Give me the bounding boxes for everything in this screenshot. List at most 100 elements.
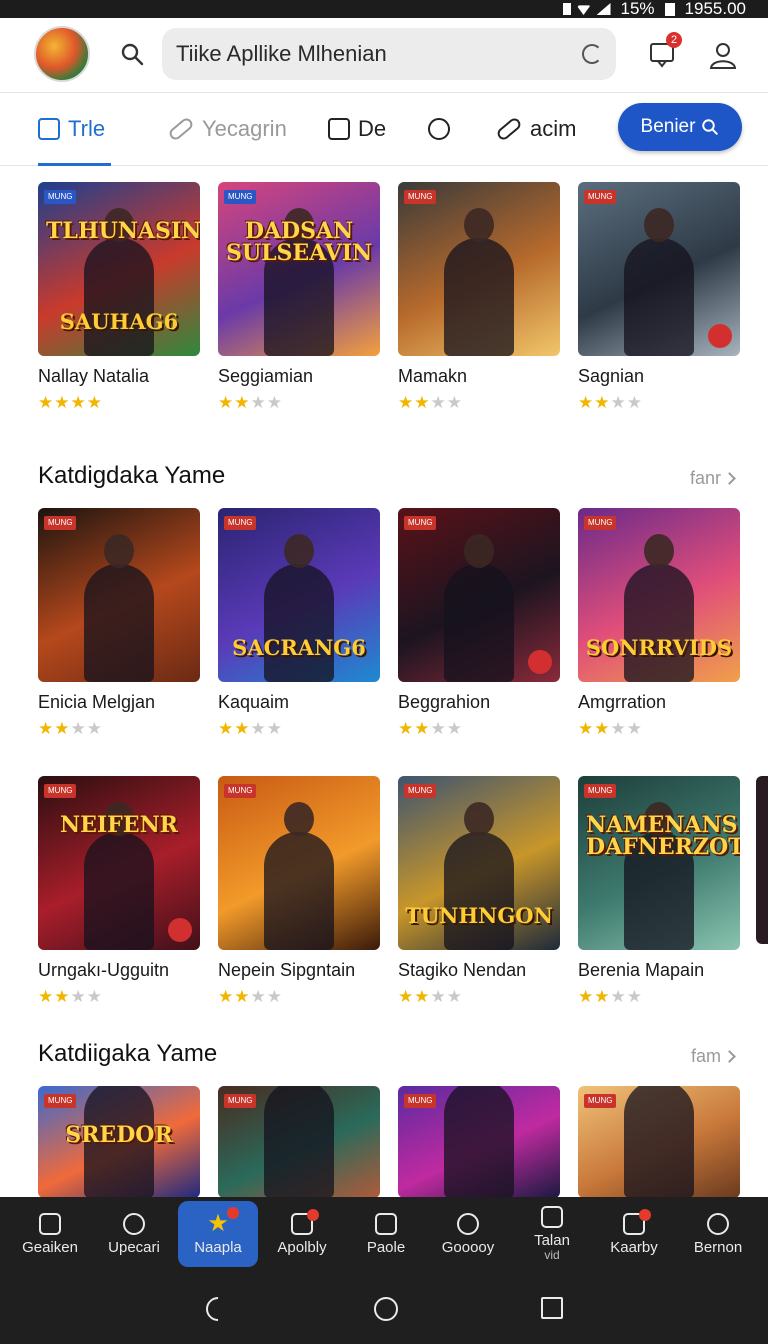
tab-yecagrin[interactable]: Yecagrin — [167, 93, 287, 165]
nav-item[interactable]: Apolbly — [262, 1201, 342, 1267]
art-title: TLHUNASIN — [46, 218, 200, 244]
game-card[interactable]: MUNG Enicia Melgjan ★★★★ — [38, 508, 200, 739]
game-card[interactable]: MUNG NEIFENR Urngakı-Ugguitn ★★★★ — [38, 776, 200, 1007]
benier-button[interactable]: Benier — [618, 103, 742, 151]
game-name[interactable]: Enicia Melgjan — [38, 692, 200, 713]
game-thumbnail[interactable]: MUNG TLHUNASIN SAUHAG6 — [38, 182, 200, 356]
game-thumbnail[interactable]: MUNG — [398, 182, 560, 356]
game-name[interactable]: Nallay Natalia — [38, 366, 200, 387]
star-empty-icon: ★ — [250, 719, 267, 739]
game-tag: MUNG — [404, 516, 437, 530]
game-tag: MUNG — [404, 190, 437, 204]
tab-comments[interactable] — [428, 93, 450, 165]
tab-label: Yecagrin — [202, 116, 287, 141]
nav-item[interactable]: Gooooy — [428, 1201, 508, 1267]
game-thumbnail[interactable]: MUNG SREDOR — [38, 1086, 200, 1198]
recents-icon[interactable] — [541, 1297, 563, 1319]
tab-de[interactable]: De — [328, 93, 386, 165]
tab-acim[interactable]: acim — [495, 93, 577, 165]
star-filled-icon: ★ — [414, 987, 431, 1007]
profile-icon[interactable] — [708, 40, 738, 70]
game-name[interactable]: Nepein Sipgntain — [218, 960, 380, 981]
search-bar[interactable] — [162, 28, 616, 80]
star-empty-icon: ★ — [446, 393, 463, 413]
nav-label: Upecari — [108, 1239, 160, 1256]
tab-trle[interactable]: Trle — [38, 93, 112, 166]
hot-badge-icon — [168, 918, 192, 942]
game-tag: MUNG — [584, 190, 617, 204]
game-card[interactable]: MUNG Mamakn ★★★★ — [398, 182, 560, 413]
star-empty-icon: ★ — [250, 393, 267, 413]
nav-item[interactable]: Paole — [346, 1201, 426, 1267]
game-card[interactable]: MUNG — [398, 1086, 560, 1198]
home-button-icon[interactable] — [374, 1297, 398, 1321]
see-all-link[interactable]: fanr — [690, 468, 736, 489]
game-tag: MUNG — [224, 1094, 257, 1108]
character-head — [644, 534, 674, 568]
app-logo[interactable] — [34, 26, 90, 82]
game-thumbnail[interactable]: MUNG — [578, 1086, 740, 1198]
game-thumbnail[interactable]: MUNG — [38, 508, 200, 682]
nav-item[interactable]: Upecari — [94, 1201, 174, 1267]
art-subtitle: TUNHNGON — [405, 903, 553, 928]
game-card[interactable]: MUNG TLHUNASIN SAUHAG6 Nallay Natalia ★★★★ — [38, 182, 200, 413]
game-card[interactable]: MUNG — [578, 1086, 740, 1198]
game-thumbnail[interactable]: MUNG — [218, 776, 380, 950]
star-filled-icon: ★ — [578, 393, 595, 413]
game-card[interactable]: MUNG — [218, 1086, 380, 1198]
nav-label-text: Upecari — [108, 1239, 160, 1256]
nav-item[interactable]: Talan vid — [512, 1201, 592, 1267]
game-thumbnail[interactable]: MUNG NEIFENR — [38, 776, 200, 950]
game-thumbnail[interactable]: MUNG — [398, 508, 560, 682]
notification-badge: 2 — [666, 32, 682, 48]
game-card[interactable]: MUNG TUNHNGON Stagiko Nendan ★★★★ — [398, 776, 560, 1007]
refresh-icon[interactable] — [582, 44, 602, 64]
game-name[interactable]: Amgrration — [578, 692, 740, 713]
tab-bar: Trle Yecagrin De acim Benier — [0, 92, 768, 166]
game-thumbnail[interactable]: MUNG — [218, 1086, 380, 1198]
star-empty-icon: ★ — [430, 719, 447, 739]
nav-item[interactable]: ★ Naapla — [178, 1201, 258, 1267]
clock: 1955.00 — [684, 0, 746, 18]
game-thumbnail[interactable]: MUNG DADSAN SULSEAVIN — [218, 182, 380, 356]
game-thumbnail[interactable]: MUNG SONRRVIDS — [578, 508, 740, 682]
nav-item[interactable]: Kaarby — [594, 1201, 674, 1267]
game-name[interactable]: Seggiamian — [218, 366, 380, 387]
game-name[interactable]: Stagiko Nendan — [398, 960, 560, 981]
see-all-link[interactable]: fam — [691, 1046, 736, 1067]
game-name[interactable]: Beggrahion — [398, 692, 560, 713]
art-subtitle: SONRRVIDS — [585, 635, 733, 660]
search-input[interactable] — [176, 41, 582, 67]
game-card[interactable]: MUNG DADSAN SULSEAVIN Seggiamian ★★★★ — [218, 182, 380, 413]
game-card[interactable]: MUNG SONRRVIDS Amgrration ★★★★ — [578, 508, 740, 739]
nav-label: Bernon — [694, 1240, 742, 1255]
game-thumbnail[interactable]: MUNG — [398, 1086, 560, 1198]
nav-item[interactable]: Geaiken — [10, 1201, 90, 1267]
back-icon[interactable] — [201, 1292, 235, 1326]
window-icon — [541, 1206, 563, 1228]
game-thumbnail[interactable]: MUNG NAMENANS DAFNERZOTA — [578, 776, 740, 950]
game-card[interactable]: MUNG Beggrahion ★★★★ — [398, 508, 560, 739]
star-rating: ★★★★ — [218, 719, 380, 739]
tab-label: acim — [530, 116, 577, 141]
game-card[interactable]: MUNG Nepein Sipgntain ★★★★ — [218, 776, 380, 1007]
character-art — [444, 534, 514, 682]
game-thumbnail[interactable]: MUNG — [578, 182, 740, 356]
game-name[interactable]: Mamakn — [398, 366, 560, 387]
game-thumbnail[interactable]: MUNG SACRANG6 — [218, 508, 380, 682]
game-name[interactable]: Urngakı-Ugguitn — [38, 960, 200, 981]
game-thumbnail[interactable]: MUNG TUNHNGON — [398, 776, 560, 950]
nav-item[interactable]: Bernon — [678, 1201, 758, 1267]
game-name[interactable]: Sagnian — [578, 366, 740, 387]
game-card[interactable]: MUNG SACRANG6 Kaquaim ★★★★ — [218, 508, 380, 739]
game-name[interactable]: Berenia Mapain — [578, 960, 740, 981]
game-card[interactable]: MUNG SREDOR — [38, 1086, 200, 1198]
nav-label: Talan vid — [534, 1233, 570, 1262]
game-card[interactable]: MUNGNAMENANS DAFNERZOTABerenia Mapain★★★… — [578, 776, 740, 1007]
game-card[interactable]: MUNG Sagnian ★★★★ — [578, 182, 740, 413]
search-icon[interactable] — [120, 42, 144, 66]
star-filled-icon: ★ — [594, 719, 611, 739]
next-card-peek[interactable] — [756, 776, 768, 944]
game-name[interactable]: Kaquaim — [218, 692, 380, 713]
bluetooth-icon — [562, 3, 571, 15]
